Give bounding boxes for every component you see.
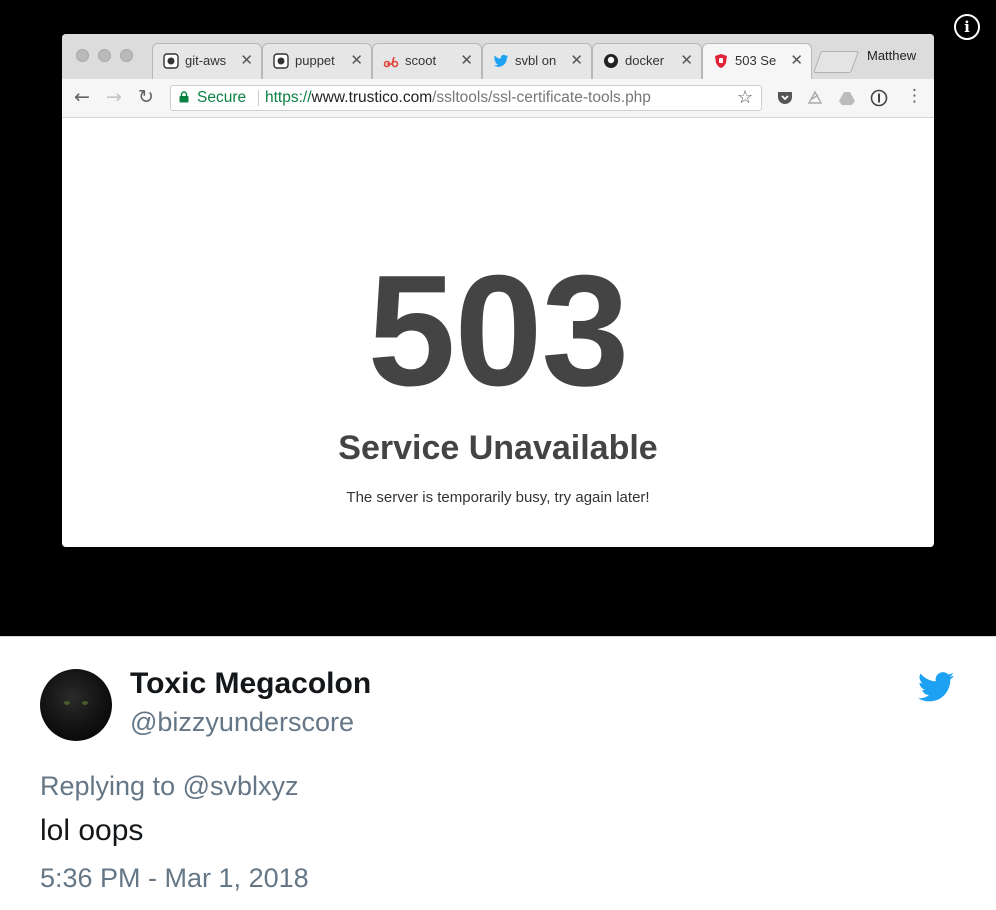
twitter-bird-icon[interactable] [918,672,954,702]
browser-tab[interactable]: docker ✕ [592,43,702,79]
shield-icon [715,54,727,68]
replying-mention[interactable]: @svblxyz [183,771,299,801]
tab-label: 503 Se [735,53,777,68]
tab-label: puppet [295,53,335,68]
author-name[interactable]: Toxic Megacolon [130,667,371,701]
error-title: Service Unavailable [338,429,658,467]
tab-close-icon[interactable]: ✕ [350,51,363,69]
github-icon [604,54,618,68]
author-handle[interactable]: @bizzyunderscore [130,707,354,738]
tweet-timestamp[interactable]: 5:36 PM - Mar 1, 2018 [40,863,309,894]
url-host: www.trustico.com [311,89,433,106]
browser-tab[interactable]: puppet ✕ [262,43,372,79]
error-message: The server is temporarily busy, try agai… [346,489,650,506]
error-code: 503 [367,243,630,419]
tab-close-icon[interactable]: ✕ [240,51,253,69]
error-page: 503 Service Unavailable The server is te… [62,118,934,547]
tab-label: svbl on [515,53,557,68]
address-bar[interactable]: Secure https://www.trustico.com/ssltools… [170,85,762,111]
browser-titlebar: git-aws ✕ puppet ✕ scoot ✕ svbl on ✕ doc… [62,34,934,80]
tab-close-icon[interactable]: ✕ [460,51,473,69]
tab-close-icon[interactable]: ✕ [680,51,693,69]
minimize-window-icon[interactable] [98,49,111,62]
back-icon[interactable]: ← [74,86,90,108]
profile-name[interactable]: Matthew [867,48,916,63]
replying-prefix: Replying to [40,771,183,801]
info-icon[interactable]: i [954,14,980,40]
scoot-icon [383,56,399,68]
browser-tab[interactable]: scoot ✕ [372,43,482,79]
url-scheme: https:// [265,89,312,106]
avatar[interactable] [40,669,112,741]
extension-icon[interactable] [806,89,824,107]
tweet-media[interactable]: i git-aws ✕ puppet ✕ scoot ✕ svbl on ✕ d… [0,0,996,636]
zoom-window-icon[interactable] [120,49,133,62]
onepassword-icon[interactable] [870,89,888,107]
media-divider [0,636,996,637]
address-separator [258,90,259,106]
drive-icon[interactable] [838,89,856,107]
browser-toolbar: ← → ↻ Secure https://www.trustico.com/ss… [62,79,934,118]
lock-icon [179,91,189,103]
reload-icon[interactable]: ↻ [138,86,154,108]
tab-close-icon[interactable]: ✕ [790,51,803,69]
browser-tab[interactable]: git-aws ✕ [152,43,262,79]
twitter-icon [493,54,509,67]
close-window-icon[interactable] [76,49,89,62]
avatar-eye [64,701,70,705]
browser-tab[interactable]: svbl on ✕ [482,43,592,79]
url-text[interactable]: https://www.trustico.com/ssltools/ssl-ce… [265,89,651,107]
bookmark-star-icon[interactable]: ☆ [737,87,753,108]
tweet-text: lol oops [40,814,144,847]
tab-close-icon[interactable]: ✕ [570,51,583,69]
url-path: /ssltools/ssl-certificate-tools.php [432,89,651,106]
new-tab-button[interactable] [812,51,860,73]
tab-label: scoot [405,53,437,68]
forward-icon[interactable]: → [106,86,122,108]
menu-dots-icon[interactable]: ⋮ [906,86,923,106]
avatar-eye [82,701,88,705]
github-icon [273,53,289,69]
tab-label: docker [625,53,665,68]
browser-tab-active[interactable]: 503 Se ✕ [702,43,812,80]
browser-window: git-aws ✕ puppet ✕ scoot ✕ svbl on ✕ doc… [62,34,934,547]
tab-label: git-aws [185,53,227,68]
secure-label: Secure [197,89,247,106]
github-icon [163,53,179,69]
pocket-icon[interactable] [776,89,794,107]
replying-to: Replying to @svblxyz [40,771,299,802]
